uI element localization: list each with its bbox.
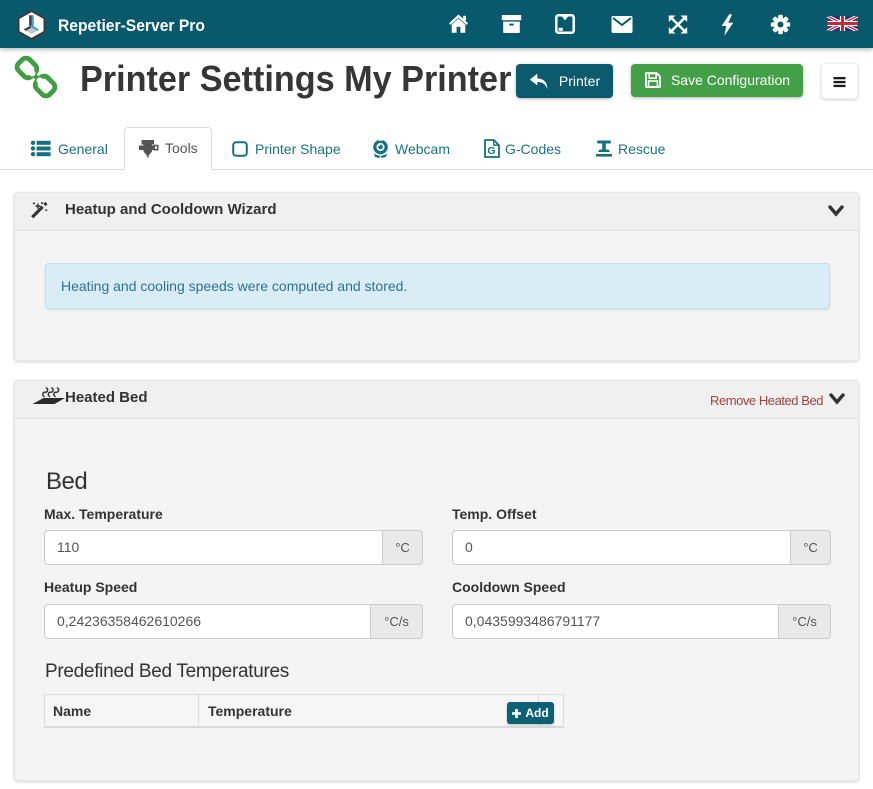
svg-text:G: G <box>487 145 495 157</box>
